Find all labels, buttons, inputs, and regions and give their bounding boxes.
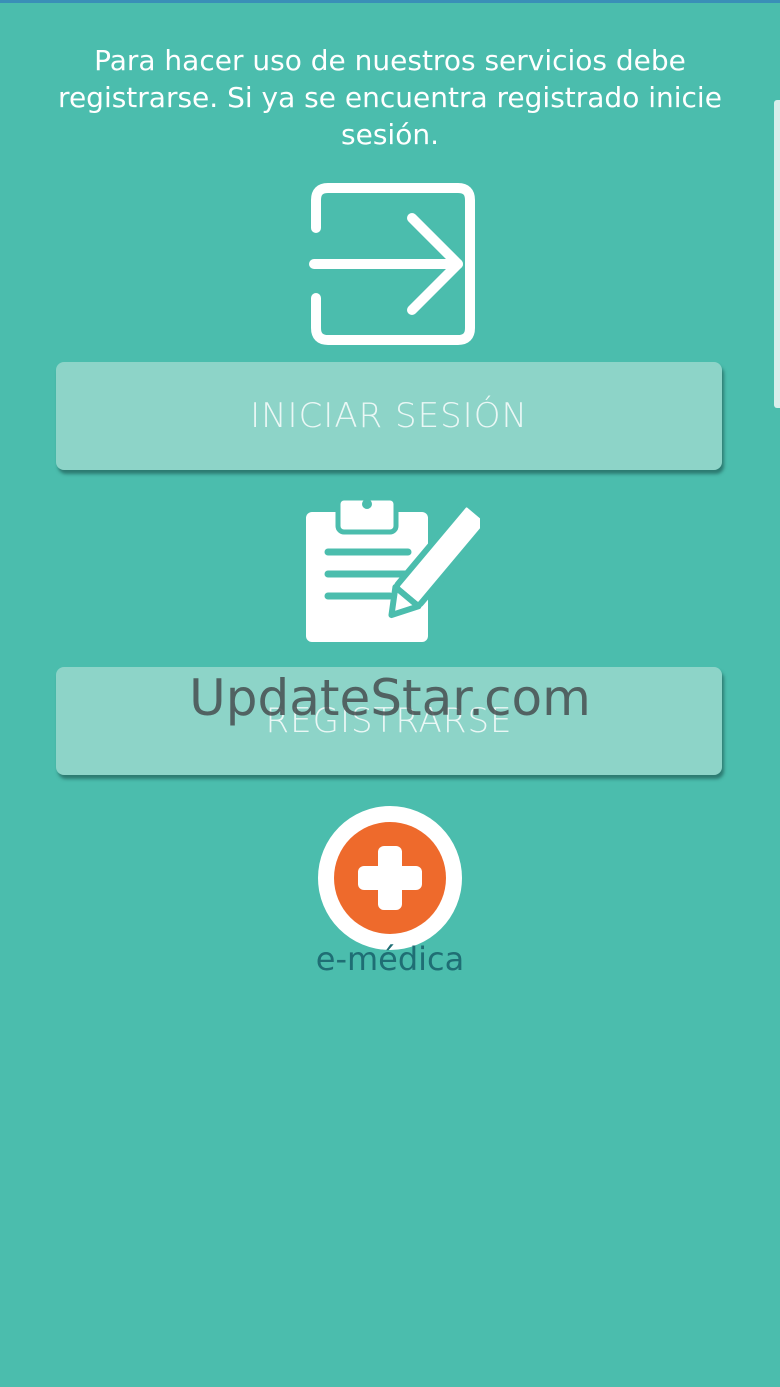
status-bar-line bbox=[0, 0, 780, 3]
register-button[interactable]: REGISTRARSE bbox=[56, 667, 722, 775]
clipboard-pencil-icon bbox=[306, 495, 480, 642]
scroll-indicator[interactable] bbox=[774, 100, 780, 408]
login-arrow-icon bbox=[309, 183, 475, 345]
intro-text: Para hacer uso de nuestros servicios deb… bbox=[58, 44, 722, 151]
login-button[interactable]: INICIAR SESIÓN bbox=[56, 362, 722, 470]
logo-text: e-médica bbox=[315, 940, 465, 978]
medical-cross-icon bbox=[318, 806, 462, 950]
